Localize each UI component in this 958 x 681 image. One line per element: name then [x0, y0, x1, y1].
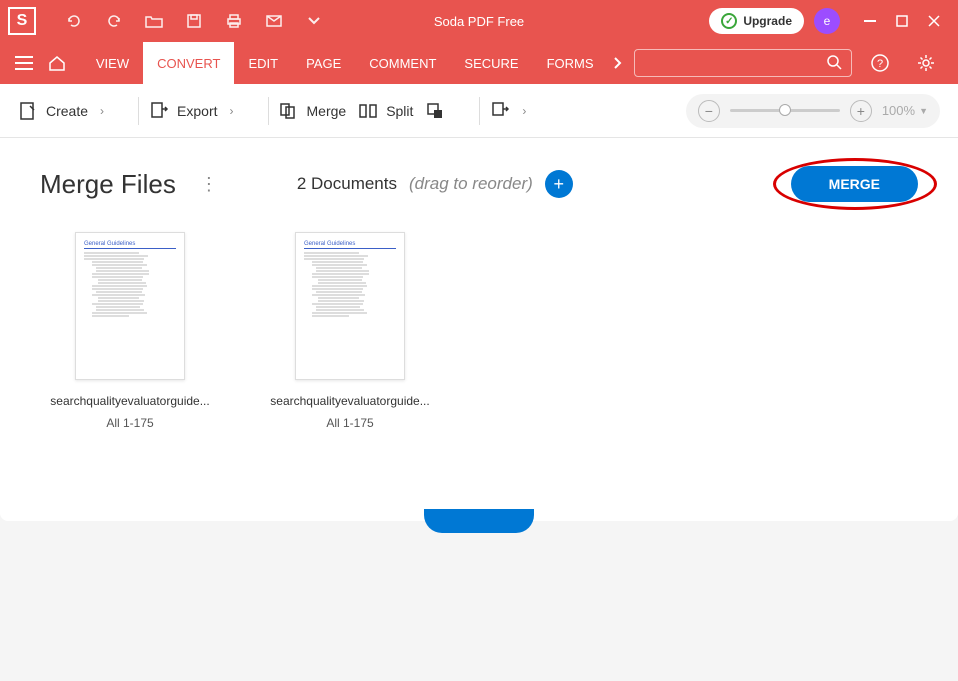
undo-icon[interactable] [64, 11, 84, 31]
tab-page[interactable]: PAGE [292, 42, 355, 84]
split-icon [358, 101, 378, 121]
document-name: searchqualityevaluatorguide... [50, 394, 210, 408]
window-title: Soda PDF Free [434, 14, 524, 29]
titlebar: S Soda PDF Free ✓ Upgrade e [0, 0, 958, 42]
app-logo: S [8, 7, 36, 35]
tool-split[interactable]: Split [358, 101, 413, 121]
minimize-button[interactable] [854, 5, 886, 37]
merge-label: Merge [307, 103, 347, 119]
chevron-right-icon: › [230, 104, 234, 118]
tab-comment[interactable]: COMMENT [355, 42, 450, 84]
maximize-button[interactable] [886, 5, 918, 37]
document-range: All 1-175 [50, 416, 210, 430]
document-count: 2 Documents [297, 174, 397, 194]
document-thumbnail[interactable]: General Guidelines [295, 232, 405, 380]
tab-view[interactable]: VIEW [82, 42, 143, 84]
menubar: VIEW CONVERT EDIT PAGE COMMENT SECURE FO… [0, 42, 958, 84]
tool-create[interactable]: Create › [18, 101, 104, 121]
document-range: All 1-175 [270, 416, 430, 430]
create-icon [18, 101, 38, 121]
drag-hint: (drag to reorder) [409, 174, 533, 194]
help-icon[interactable]: ? [862, 45, 898, 81]
print-icon[interactable] [224, 11, 244, 31]
chevron-right-icon: › [522, 104, 526, 118]
tool-crop[interactable] [425, 101, 445, 121]
document-card[interactable]: General Guidelines searchqualityevaluato… [270, 232, 430, 430]
tool-batch[interactable]: › [490, 101, 526, 121]
batch-icon [490, 101, 510, 121]
hamburger-icon[interactable] [8, 45, 40, 81]
ribbon-toolbar: Create › Export › Merge Split › − [0, 84, 958, 138]
merge-workspace: Merge Files ⋮ 2 Documents (drag to reord… [0, 138, 958, 521]
chevron-right-icon: › [100, 104, 104, 118]
kebab-menu-icon[interactable]: ⋮ [200, 174, 217, 195]
check-icon: ✓ [721, 13, 737, 29]
zoom-handle[interactable] [779, 104, 791, 116]
tab-forms[interactable]: FORMS [533, 42, 608, 84]
zoom-percent[interactable]: 100% ▼ [882, 103, 928, 118]
divider [268, 97, 269, 125]
tabs-overflow-chevron-icon[interactable] [602, 45, 634, 81]
mail-icon[interactable] [264, 11, 284, 31]
gear-icon[interactable] [908, 45, 944, 81]
tool-merge[interactable]: Merge [279, 101, 347, 121]
chevron-down-icon[interactable] [304, 11, 324, 31]
search-input[interactable] [634, 49, 852, 77]
document-card[interactable]: General Guidelines searchqualityevaluato… [50, 232, 210, 430]
tab-secure[interactable]: SECURE [450, 42, 532, 84]
page-title: Merge Files [40, 169, 176, 200]
save-icon[interactable] [184, 11, 204, 31]
tool-export[interactable]: Export › [149, 101, 233, 121]
add-document-button[interactable]: + [545, 170, 573, 198]
zoom-control: − + 100% ▼ [686, 94, 940, 128]
crop-icon [425, 101, 445, 121]
export-label: Export [177, 103, 217, 119]
zoom-out-button[interactable]: − [698, 100, 720, 122]
divider [479, 97, 480, 125]
bottom-handle[interactable] [424, 509, 534, 533]
avatar[interactable]: e [814, 8, 840, 34]
svg-text:?: ? [877, 58, 883, 70]
split-label: Split [386, 103, 413, 119]
merge-icon [279, 101, 299, 121]
zoom-slider[interactable] [730, 109, 840, 112]
tab-edit[interactable]: EDIT [234, 42, 292, 84]
search-icon [827, 55, 843, 71]
zoom-in-button[interactable]: + [850, 100, 872, 122]
document-name: searchqualityevaluatorguide... [270, 394, 430, 408]
tab-convert[interactable]: CONVERT [143, 42, 234, 84]
workspace-header: Merge Files ⋮ 2 Documents (drag to reord… [40, 166, 918, 202]
open-icon[interactable] [144, 11, 164, 31]
create-label: Create [46, 103, 88, 119]
divider [138, 97, 139, 125]
upgrade-label: Upgrade [743, 14, 792, 28]
document-grid: General Guidelines searchqualityevaluato… [40, 232, 918, 430]
merge-button[interactable]: MERGE [791, 166, 918, 202]
document-thumbnail[interactable]: General Guidelines [75, 232, 185, 380]
home-icon[interactable] [40, 45, 72, 81]
close-button[interactable] [918, 5, 950, 37]
upgrade-button[interactable]: ✓ Upgrade [709, 8, 804, 34]
export-icon [149, 101, 169, 121]
redo-icon[interactable] [104, 11, 124, 31]
